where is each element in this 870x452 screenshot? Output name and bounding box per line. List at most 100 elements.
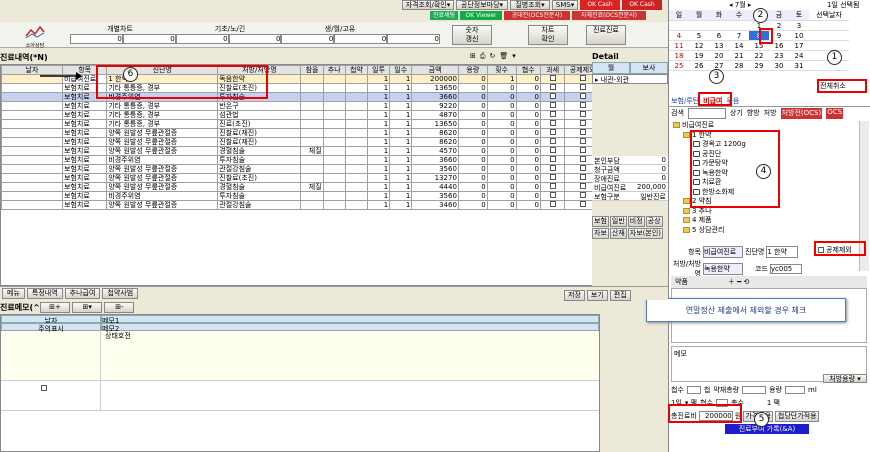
table-cell[interactable]: [322, 191, 346, 201]
table-cell[interactable]: [300, 74, 324, 84]
table-cell[interactable]: 0: [457, 137, 488, 147]
table-row[interactable]: 보험치료 양쪽 원발성 무릎관절증 관절강침술 1 1 3460 0 0 0: [1, 200, 599, 210]
table-cell[interactable]: 0: [515, 92, 541, 102]
calendar-day[interactable]: [669, 20, 689, 31]
field-diagnosis[interactable]: 1 한약: [766, 246, 799, 258]
table-cell[interactable]: 양쪽 원발성 무릎관절증: [106, 137, 219, 147]
table-cell[interactable]: 0: [457, 164, 488, 174]
table-cell[interactable]: 0: [515, 83, 541, 93]
table-cell[interactable]: [539, 146, 566, 156]
table-cell[interactable]: [539, 191, 566, 201]
table-cell[interactable]: [344, 146, 368, 156]
insurance-type-button[interactable]: 일반: [609, 216, 627, 227]
table-cell[interactable]: 1: [389, 83, 413, 93]
eligibility-button[interactable]: 자격조회/확인▾: [402, 0, 454, 10]
table-cell[interactable]: [1, 200, 63, 210]
calendar-day[interactable]: 31: [789, 60, 809, 71]
table-cell[interactable]: [1, 110, 63, 120]
table-cell[interactable]: [1, 92, 63, 102]
table-cell[interactable]: [322, 92, 346, 102]
table-cell[interactable]: 0: [515, 110, 541, 120]
table-cell[interactable]: 0: [515, 182, 541, 192]
table-row[interactable]: 보험치료 양쪽 원발성 무릎관절증 관절강침술 1 1 3560 0 0 0: [1, 164, 599, 174]
col-header[interactable]: 횟수: [486, 65, 517, 75]
mini-button[interactable]: 편집: [609, 290, 631, 301]
table-cell[interactable]: [539, 155, 566, 165]
exclude-checkbox[interactable]: 공제제외: [818, 245, 852, 255]
table-cell[interactable]: 1: [389, 164, 413, 174]
table-cell[interactable]: [322, 110, 346, 120]
insurance-type-button[interactable]: 비정: [627, 216, 645, 227]
table-cell[interactable]: 0: [486, 191, 517, 201]
col-header[interactable]: 첩약: [344, 65, 368, 75]
table-row[interactable]: 보험치료 기타 통틍증, 경부 진료(초진) 1 1 13650 0 0 0: [1, 119, 599, 129]
table-row[interactable]: 보험치료 비경주위염 투자침술 1 1 3660 0 0 0: [1, 92, 599, 102]
table-cell[interactable]: [539, 182, 566, 192]
table-cell[interactable]: [539, 101, 566, 111]
table-cell[interactable]: [300, 101, 324, 111]
direction-button[interactable]: 향방: [747, 108, 760, 119]
table-cell[interactable]: 1: [366, 128, 391, 138]
table-cell[interactable]: 보험치료: [61, 191, 108, 201]
table-cell[interactable]: 양쪽 원발성 무릎관절증: [106, 164, 219, 174]
table-cell[interactable]: 3560: [411, 164, 459, 174]
table-cell[interactable]: [300, 137, 324, 147]
table-cell[interactable]: [322, 164, 346, 174]
calendar-day[interactable]: 6: [709, 30, 729, 41]
field-category[interactable]: 비급여진료: [703, 246, 743, 258]
table-cell[interactable]: 1: [389, 137, 413, 147]
table-cell[interactable]: [300, 92, 324, 102]
table-cell[interactable]: [322, 182, 346, 192]
insurance-type-button[interactable]: 자보: [592, 228, 609, 239]
table-cell[interactable]: [322, 119, 346, 129]
table-cell[interactable]: 0: [515, 191, 541, 201]
rx-ocs-tag[interactable]: 처방전(OCS): [780, 108, 823, 119]
table-cell[interactable]: 8620: [411, 137, 459, 147]
insurance-type-button[interactable]: 보험: [592, 216, 609, 227]
table-cell[interactable]: 13650: [411, 119, 459, 129]
table-cell[interactable]: 양쪽 원발성 무릎관절증: [106, 200, 219, 210]
detail-row[interactable]: ▸ 내관-외관: [592, 74, 668, 84]
table-cell[interactable]: 3660: [411, 92, 459, 102]
table-cell[interactable]: 1: [389, 101, 413, 111]
table-cell[interactable]: [1, 146, 63, 156]
table-cell[interactable]: 체질: [300, 182, 324, 192]
table-cell[interactable]: 0: [515, 200, 541, 210]
table-cell[interactable]: [539, 164, 566, 174]
table-cell[interactable]: 4440: [411, 182, 459, 192]
refresh-count-button[interactable]: 숫자 갱신: [452, 25, 492, 45]
insurance-type-button[interactable]: 공상: [645, 216, 663, 227]
col-header[interactable]: 추나: [322, 65, 346, 75]
table-cell[interactable]: 0: [515, 146, 541, 156]
field-code[interactable]: yc005: [769, 264, 802, 274]
col-header[interactable]: 용량: [457, 65, 488, 75]
bottom-tab[interactable]: 첩약사범: [102, 288, 139, 299]
nhis-button[interactable]: 공단정보마당▾: [456, 0, 508, 10]
calendar-day[interactable]: 23: [769, 50, 789, 61]
table-cell[interactable]: [1, 173, 63, 183]
tree-folder[interactable]: 5 상담관리: [673, 226, 857, 236]
table-cell[interactable]: 4870: [411, 110, 459, 120]
table-cell[interactable]: [344, 173, 368, 183]
table-cell[interactable]: [1, 164, 63, 174]
table-cell[interactable]: 3660: [411, 155, 459, 165]
table-row[interactable]: 보험치료 비경주위염 투자침술 1 1 3560 0 0 0: [1, 191, 599, 201]
table-cell[interactable]: [1, 155, 63, 165]
table-cell[interactable]: 0: [457, 83, 488, 93]
table-cell[interactable]: 13270: [411, 173, 459, 183]
table-cell[interactable]: 0: [457, 155, 488, 165]
calendar-day[interactable]: 14: [729, 40, 749, 51]
table-cell[interactable]: 1: [389, 92, 413, 102]
calendar-day[interactable]: 12: [689, 40, 709, 51]
table-cell[interactable]: [322, 200, 346, 210]
table-cell[interactable]: 0: [457, 128, 488, 138]
table-row[interactable]: 보험치료 양쪽 원발성 무릎관절증 경혈침술 체질 1 1 4440 0 0 0: [1, 182, 599, 192]
table-cell[interactable]: 1: [389, 182, 413, 192]
table-cell[interactable]: 진찰료(초진): [217, 173, 302, 183]
col-header[interactable]: 협수: [515, 65, 541, 75]
table-cell[interactable]: [539, 137, 566, 147]
table-cell[interactable]: 0: [486, 200, 517, 210]
table-cell[interactable]: 관절강침술: [217, 164, 302, 174]
table-cell[interactable]: 1: [389, 173, 413, 183]
table-cell[interactable]: 1: [366, 164, 391, 174]
